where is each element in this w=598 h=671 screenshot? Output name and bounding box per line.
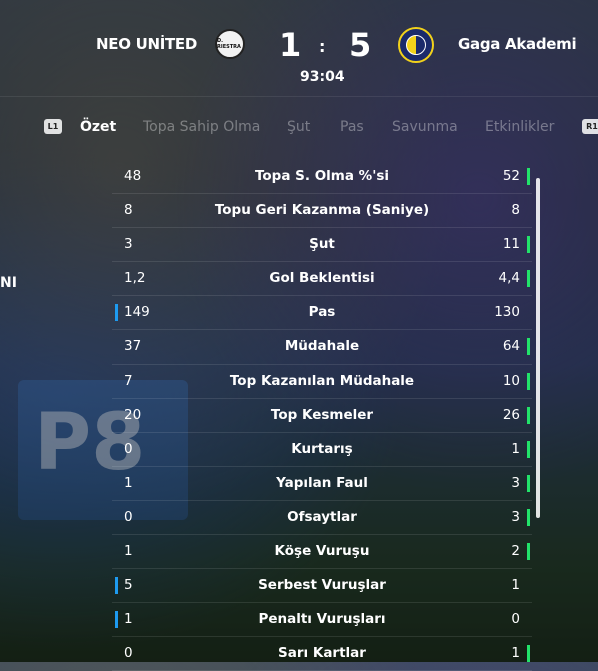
away-stat-value: 1: [511, 645, 520, 662]
away-stat-value: 8: [511, 202, 520, 219]
stat-label: Topa S. Olma %'si: [254, 168, 390, 184]
away-leader-marker: [527, 543, 530, 561]
stats-table[interactable]: 48 Topa S. Olma %'si 52 8 Topu Geri Kazanma …: [112, 160, 532, 671]
away-stat-value: 10: [502, 372, 520, 389]
away-leader-marker: [527, 645, 530, 663]
stat-row: 1 Köşe Vuruşu 2: [112, 535, 532, 570]
score-separator: :: [319, 37, 326, 56]
away-leader-marker: [527, 372, 530, 390]
tab-pas[interactable]: Pas: [340, 119, 364, 135]
away-team-badge-icon: [398, 27, 434, 63]
match-clock: 93:04: [300, 69, 345, 85]
stat-row: 1 Penaltı Vuruşları 0: [112, 603, 532, 638]
stat-row: 20 Top Kesmeler 26: [112, 399, 532, 433]
stat-row: 7 Top Kazanılan Müdahale 10: [112, 365, 532, 399]
away-score: 5: [349, 26, 372, 64]
stat-row: 8 Topu Geri Kazanma (Saniye) 8: [112, 194, 532, 229]
stat-label: Sarı Kartlar: [278, 645, 366, 662]
away-stat-value: 64: [502, 338, 520, 355]
away-leader-marker: [527, 338, 530, 356]
tab-sut[interactable]: Şut: [287, 119, 310, 135]
stat-label: Top Kazanılan Müdahale: [229, 372, 415, 389]
away-stat-value: 1: [511, 440, 520, 457]
tab-topa-sahip-olma[interactable]: Topa Sahip Olma: [143, 119, 260, 135]
stat-label: Penaltı Vuruşları: [258, 611, 386, 628]
away-stat-value: 26: [502, 406, 520, 423]
stat-row: 0 Sarı Kartlar 1: [112, 637, 532, 671]
home-team-badge-icon: D. RIESTRA: [215, 29, 245, 59]
away-leader-marker: [527, 508, 530, 526]
away-stat-value: 2: [511, 543, 520, 560]
tab-ozet[interactable]: Özet: [80, 119, 116, 135]
stat-label: Kurtarış: [291, 440, 353, 457]
header-divider: [0, 96, 598, 97]
stat-label: Top Kesmeler: [270, 406, 374, 423]
stat-label: Müdahale: [284, 338, 360, 355]
away-stat-value: 11: [502, 236, 520, 253]
stat-label: Şut: [309, 236, 335, 253]
tab-savunma[interactable]: Savunma: [392, 119, 458, 135]
away-leader-marker: [527, 236, 530, 254]
away-stat-value: 130: [494, 304, 520, 321]
stat-row: 48 Topa S. Olma %'si 52: [112, 160, 532, 195]
stats-scrollbar[interactable]: [536, 178, 540, 518]
l1-trigger-icon[interactable]: L1: [44, 119, 62, 134]
away-leader-marker: [527, 270, 530, 288]
away-stat-value: 4,4: [498, 270, 520, 287]
stat-label: Köşe Vuruşu: [274, 543, 370, 560]
stat-row: 5 Serbest Vuruşlar 1: [112, 569, 532, 604]
stat-label: Gol Beklentisi: [269, 270, 375, 287]
stat-row: 149 Pas 130: [112, 296, 532, 331]
away-stat-value: 3: [511, 508, 520, 525]
stat-label: Serbest Vuruşlar: [258, 577, 386, 594]
stat-row: 37 Müdahale 64: [112, 330, 532, 365]
stat-row: 3 Şut 11: [112, 228, 532, 263]
home-score: 1: [279, 26, 302, 64]
home-team-name: NEO UNİTED: [96, 35, 198, 53]
away-stat-value: 52: [502, 168, 520, 184]
away-leader-marker: [527, 440, 530, 458]
away-leader-marker: [527, 406, 530, 424]
stat-label: Pas: [308, 304, 336, 321]
home-badge-text: D. RIESTRA: [217, 38, 241, 50]
away-stat-value: 0: [511, 611, 520, 628]
stat-label: Ofsaytlar: [287, 508, 357, 525]
tab-etkinlikler[interactable]: Etkinlikler: [485, 119, 554, 135]
away-stat-value: 1: [511, 577, 520, 594]
away-leader-marker: [527, 168, 530, 185]
r1-trigger-icon[interactable]: R1: [582, 119, 598, 134]
away-team-name: Gaga Akademi: [458, 35, 577, 53]
stat-row: 0 Kurtarış 1: [112, 433, 532, 467]
stat-label: Topu Geri Kazanma (Saniye): [214, 202, 430, 219]
stat-row: 1,2 Gol Beklentisi 4,4: [112, 262, 532, 297]
stat-row: 1 Yapılan Faul 3: [112, 467, 532, 501]
away-stat-value: 3: [511, 474, 520, 491]
away-leader-marker: [527, 474, 530, 492]
side-partial-text: NI: [0, 275, 17, 291]
stat-label: Yapılan Faul: [276, 474, 368, 491]
stat-row: 0 Ofsaytlar 3: [112, 501, 532, 536]
